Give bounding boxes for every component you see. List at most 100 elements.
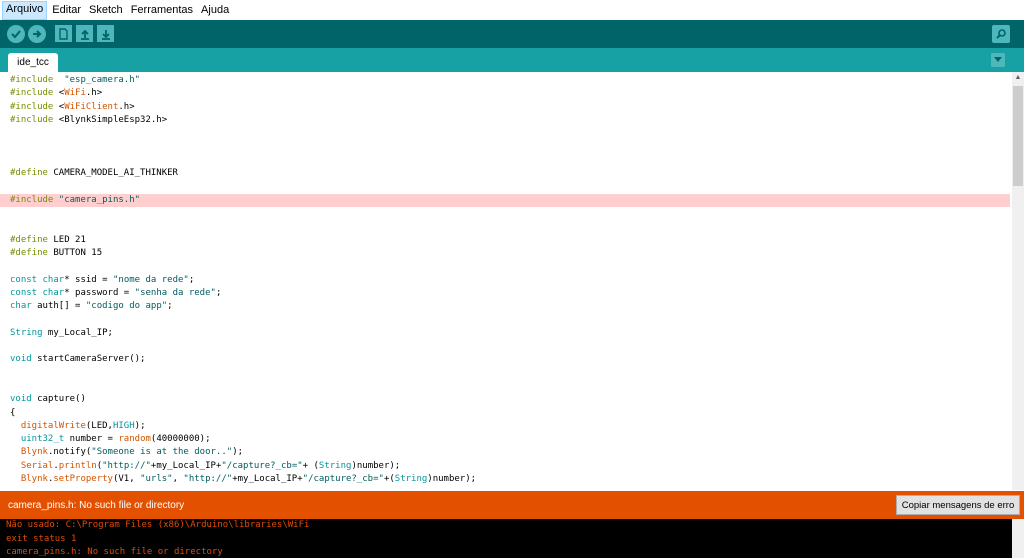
code-line: const char* ssid = "nome da rede"; — [0, 274, 1010, 287]
code-line: #include "esp_camera.h" — [0, 74, 1010, 87]
code-token: digitalWrite — [20, 420, 86, 431]
code-token: #include — [10, 101, 54, 112]
code-token: { — [10, 407, 16, 418]
code-token: String — [10, 327, 43, 338]
tab-ide-tcc[interactable]: ide_tcc — [8, 53, 58, 72]
code-token: String — [318, 460, 352, 471]
code-token: +my_Local_IP+ — [150, 460, 222, 471]
code-token: #define — [10, 247, 48, 258]
tab-menu-button[interactable] — [991, 53, 1005, 67]
magnifier-icon — [996, 29, 1006, 39]
code-token: random — [118, 434, 151, 445]
status-message: camera_pins.h: No such file or directory — [8, 500, 185, 511]
code-token: startCameraServer(); — [31, 354, 146, 365]
menu-arquivo[interactable]: Arquivo — [2, 0, 48, 20]
code-token: #define — [10, 168, 48, 179]
code-token: "Someone is at the door.." — [91, 447, 233, 458]
menu-editar[interactable]: Editar — [49, 2, 84, 19]
code-editor[interactable]: #include "esp_camera.h" #include <WiFi.h>… — [0, 72, 1012, 490]
code-token: (LED, — [85, 420, 113, 431]
code-token: const — [10, 274, 38, 285]
code-token: ; — [167, 301, 173, 312]
code-token: ; — [215, 287, 222, 298]
code-token: char — [42, 274, 65, 285]
console-scrollbar[interactable] — [1012, 519, 1024, 558]
save-button[interactable] — [97, 25, 114, 42]
code-token: )number); — [427, 474, 477, 484]
toolbar — [0, 20, 1024, 48]
code-line: uint32_t number = random(40000000); — [0, 433, 1010, 446]
code-line: #include <BlynkSimpleEsp32.h> — [0, 114, 1010, 127]
copy-errors-button[interactable]: Copiar mensagens de erro — [896, 495, 1020, 515]
verify-button[interactable] — [7, 25, 25, 43]
code-token: CAMERA_MODEL_AI_THINKER — [47, 168, 178, 179]
code-token: + ( — [302, 460, 319, 471]
code-token: "http://" — [102, 460, 151, 471]
code-token: void — [10, 354, 32, 365]
code-token: const — [10, 287, 38, 298]
code-line: Blynk.notify("Someone is at the door..")… — [0, 446, 1010, 459]
code-token: )number); — [351, 460, 401, 471]
code-token: char — [10, 301, 32, 312]
code-token: setProperty — [53, 474, 113, 484]
code-token: #include — [10, 194, 54, 205]
serial-monitor-button[interactable] — [992, 25, 1010, 43]
code-token: * password = — [64, 287, 135, 298]
code-line: void startCameraServer(); — [0, 353, 1010, 366]
code-token: BUTTON 15 — [47, 247, 103, 258]
new-file-icon — [59, 27, 68, 40]
error-highlighted-line: #include "camera_pins.h" — [0, 193, 1010, 207]
code-token: Serial — [20, 460, 54, 471]
code-token: #include — [10, 88, 54, 99]
code-token: (40000000); — [150, 434, 211, 445]
code-token: number = — [64, 434, 119, 445]
code-token: #include — [10, 114, 54, 125]
code-line: #include <WiFi.h> — [0, 87, 1010, 100]
arrow-right-icon — [33, 30, 42, 38]
console-line: Não usado: C:\Program Files (x86)\Arduin… — [6, 520, 310, 530]
code-token: ); — [232, 447, 244, 458]
chevron-down-icon — [994, 57, 1002, 62]
menu-ajuda[interactable]: Ajuda — [198, 2, 232, 19]
code-token: "urls" — [140, 474, 173, 484]
console-output: Não usado: C:\Program Files (x86)\Arduin… — [0, 519, 1024, 558]
code-token: ); — [134, 420, 146, 431]
arrow-down-icon — [101, 29, 110, 40]
code-token: <BlynkSimpleEsp32.h> — [53, 114, 168, 125]
code-token: #define — [10, 234, 48, 245]
scroll-thumb[interactable] — [1013, 86, 1023, 186]
code-token: "/capture?_cb=" — [221, 460, 303, 471]
open-button[interactable] — [76, 25, 93, 42]
menu-bar: Arquivo Editar Sketch Ferramentas Ajuda — [0, 0, 1024, 20]
new-button[interactable] — [55, 25, 72, 42]
code-token: my_Local_IP; — [42, 327, 113, 338]
code-token: .h> — [118, 101, 135, 112]
code-token: , — [172, 474, 184, 484]
code-token: .h> — [85, 88, 103, 99]
code-token: String — [394, 474, 428, 484]
code-token: auth[] = — [31, 301, 86, 312]
code-token: #include — [10, 75, 54, 85]
code-token: .notify( — [47, 447, 92, 458]
code-token: Blynk — [20, 447, 48, 458]
code-token: println — [58, 460, 97, 471]
menu-sketch[interactable]: Sketch — [86, 2, 126, 19]
menu-ferramentas[interactable]: Ferramentas — [128, 2, 196, 19]
code-token: "senha da rede" — [134, 287, 216, 298]
code-token: +my_Local_IP+ — [232, 474, 303, 484]
scroll-up-icon[interactable]: ▲ — [1012, 72, 1024, 84]
code-token: void — [10, 394, 32, 405]
code-token: "http://" — [183, 474, 233, 484]
console-line: exit status 1 — [6, 534, 77, 544]
code-token: "/capture?_cb=" — [302, 474, 384, 484]
editor-scrollbar[interactable]: ▲ — [1012, 72, 1024, 490]
upload-button[interactable] — [28, 25, 46, 43]
arrow-up-icon — [80, 29, 89, 40]
code-token: "esp_camera.h" — [64, 75, 141, 85]
code-token: (V1, — [112, 474, 141, 484]
code-line: const char* password = "senha da rede"; — [0, 287, 1010, 300]
console-line: camera_pins.h: No such file or directory — [6, 547, 223, 557]
